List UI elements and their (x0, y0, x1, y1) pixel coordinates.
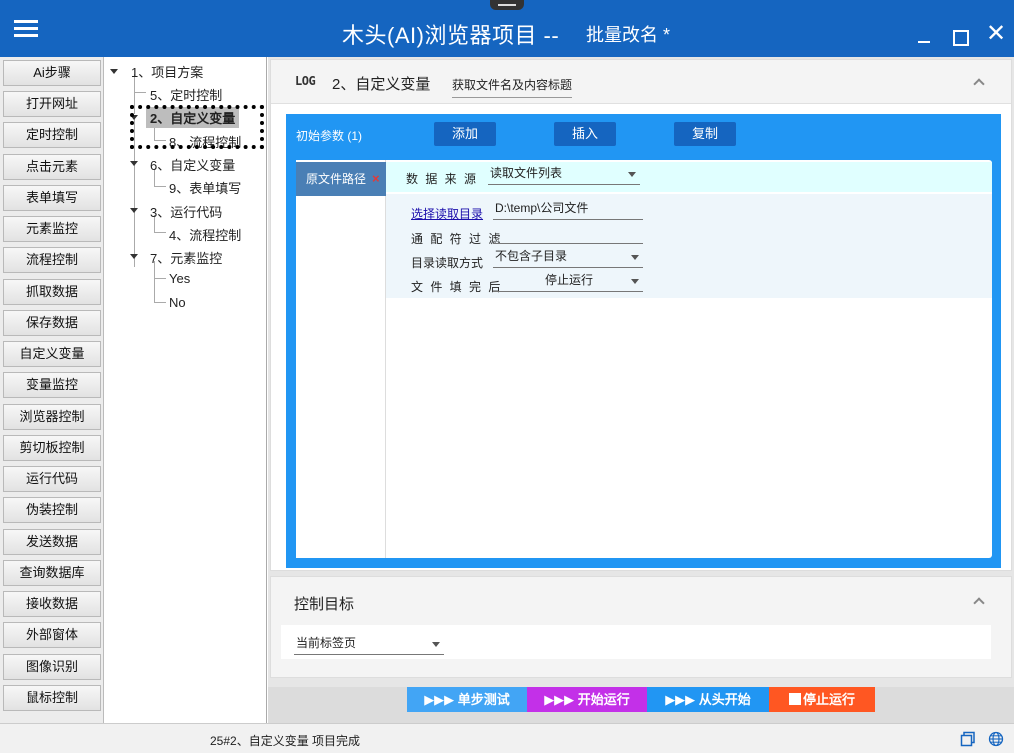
step-card: LOG 2、自定义变量 获取文件名及内容标题 初始参数 (1) 添加 插入 复制… (270, 59, 1012, 571)
sidebar-item-scrape-data[interactable]: 抓取数据 (3, 279, 101, 305)
status-bar: 25#2、自定义变量 项目完成 (0, 723, 1014, 753)
read-mode-select[interactable]: 不包含子目录 (493, 246, 643, 268)
read-mode-label: 目录读取方式 (411, 256, 484, 270)
wildcard-label: 通 配 符 过 滤 (411, 232, 503, 246)
expand-arrow-icon[interactable] (110, 69, 118, 74)
params-label: 初始参数 (1) (296, 129, 363, 143)
project-name: 批量改名 * (586, 25, 671, 45)
param-tab-label: 原文件路径 (306, 172, 367, 186)
param-editor: 原文件路径 × 数 据 来 源 读取文件列表 选择读取目录 D:\temp\公司… (296, 160, 992, 558)
drag-handle[interactable] (490, 0, 524, 10)
sidebar-item-receive-data[interactable]: 接收数据 (3, 591, 101, 617)
start-run-button[interactable]: ▶▶▶ 开始运行 (527, 687, 647, 712)
sidebar-item-flow-control[interactable]: 流程控制 (3, 247, 101, 273)
sidebar-item-disguise-control[interactable]: 伪装控制 (3, 497, 101, 523)
control-target-body: 当前标签页 (281, 625, 991, 659)
chevron-down-icon (628, 172, 636, 177)
target-tab-value: 当前标签页 (296, 636, 357, 650)
expand-arrow-icon[interactable] (130, 208, 138, 213)
tree-node-project-plan[interactable]: 1、项目方案 (131, 62, 203, 81)
sidebar-item-query-database[interactable]: 查询数据库 (3, 560, 101, 586)
close-icon[interactable]: × (372, 162, 380, 196)
data-source-label: 数 据 来 源 (406, 172, 479, 186)
data-source-row: 数 据 来 源 读取文件列表 (386, 162, 992, 192)
sidebar-item-save-data[interactable]: 保存数据 (3, 310, 101, 336)
focus-outline (130, 105, 264, 149)
tree-node-timer-control[interactable]: 5、定时控制 (150, 85, 222, 104)
title-bar: 木头(AI)浏览器项目 -- 批量改名 * ✕ (0, 0, 1014, 57)
sidebar-item-timer-control[interactable]: 定时控制 (3, 122, 101, 148)
sidebar-item-mouse-control[interactable]: 鼠标控制 (3, 685, 101, 711)
sidebar-item-form-fill[interactable]: 表单填写 (3, 185, 101, 211)
stop-run-button[interactable]: 停止运行 (769, 687, 875, 712)
data-source-value: 读取文件列表 (490, 166, 563, 180)
maximize-icon[interactable] (951, 26, 969, 46)
tree-node-flow-control-2[interactable]: 4、流程控制 (169, 225, 241, 244)
sidebar-item-browser-control[interactable]: 浏览器控制 (3, 404, 101, 430)
close-icon[interactable]: ✕ (986, 22, 1006, 46)
sidebar-item-ai-steps[interactable]: Ai步骤 (3, 60, 101, 86)
restore-window-icon[interactable] (960, 731, 976, 747)
after-fill-value: 停止运行 (544, 273, 593, 287)
tree-node-yes[interactable]: Yes (169, 271, 190, 286)
expand-arrow-icon[interactable] (130, 161, 138, 166)
insert-button[interactable]: 插入 (554, 122, 616, 146)
wildcard-input[interactable] (493, 222, 643, 244)
copy-button[interactable]: 复制 (674, 122, 736, 146)
window-title: 木头(AI)浏览器项目 -- (342, 23, 560, 48)
sidebar-item-clipboard-control[interactable]: 剪切板控制 (3, 435, 101, 461)
restart-button[interactable]: ▶▶▶ 从头开始 (647, 687, 769, 712)
collapse-icon[interactable] (973, 78, 985, 90)
chevron-down-icon (631, 279, 639, 284)
tree-node-custom-variable[interactable]: 6、自定义变量 (150, 155, 235, 174)
run-bar: ▶▶▶ 单步测试 ▶▶▶ 开始运行 ▶▶▶ 从头开始 停止运行 (268, 687, 1014, 723)
status-text: 25#2、自定义变量 项目完成 (210, 734, 361, 748)
sidebar-item-image-recognition[interactable]: 图像识别 (3, 654, 101, 680)
init-params-panel: 初始参数 (1) 添加 插入 复制 原文件路径 × 数 据 来 源 读取文件列表 (286, 114, 1001, 568)
sidebar-item-open-url[interactable]: 打开网址 (3, 91, 101, 117)
step-tree: 1、项目方案 5、定时控制 2、自定义变量 8、流程控制 6、自定义变量 9、表… (105, 57, 267, 723)
tree-node-form-fill[interactable]: 9、表单填写 (169, 178, 241, 197)
data-source-form: 选择读取目录 D:\temp\公司文件 通 配 符 过 滤 目录读取方式 不包含… (386, 194, 992, 298)
control-target-card: 控制目标 当前标签页 (270, 576, 1012, 678)
sidebar-item-run-code[interactable]: 运行代码 (3, 466, 101, 492)
tree-node-element-monitor[interactable]: 7、元素监控 (150, 248, 222, 267)
menu-icon[interactable] (14, 20, 38, 38)
main-panel: LOG 2、自定义变量 获取文件名及内容标题 初始参数 (1) 添加 插入 复制… (268, 57, 1014, 687)
param-tab[interactable]: 原文件路径 × (296, 162, 386, 196)
sidebar-item-external-form[interactable]: 外部窗体 (3, 622, 101, 648)
log-icon[interactable]: LOG (295, 74, 316, 88)
param-tab-list: 原文件路径 × (296, 160, 386, 558)
stop-icon (788, 693, 801, 705)
chevron-down-icon (432, 642, 440, 647)
read-mode-value: 不包含子目录 (495, 249, 568, 263)
minimize-icon[interactable] (915, 26, 933, 44)
control-target-title: 控制目标 (294, 596, 355, 613)
step-toolbox: Ai步骤 打开网址 定时控制 点击元素 表单填写 元素监控 流程控制 抓取数据 … (0, 57, 104, 723)
tree-node-run-code[interactable]: 3、运行代码 (150, 202, 222, 221)
target-tab-select[interactable]: 当前标签页 (294, 633, 444, 655)
stop-run-label: 停止运行 (802, 692, 855, 707)
globe-icon[interactable] (988, 731, 1004, 747)
expand-arrow-icon[interactable] (130, 254, 138, 259)
step-description-field[interactable]: 获取文件名及内容标题 (452, 76, 573, 98)
add-button[interactable]: 添加 (434, 122, 496, 146)
after-fill-label: 文 件 填 完 后 (411, 280, 503, 294)
after-fill-select[interactable]: 停止运行 (493, 270, 643, 292)
choose-directory-link[interactable]: 选择读取目录 (411, 205, 483, 222)
step-title: 2、自定义变量 (332, 76, 431, 93)
data-source-select[interactable]: 读取文件列表 (488, 163, 640, 185)
directory-input[interactable]: D:\temp\公司文件 (493, 198, 643, 220)
sidebar-item-click-element[interactable]: 点击元素 (3, 154, 101, 180)
sidebar-item-element-monitor[interactable]: 元素监控 (3, 216, 101, 242)
collapse-icon[interactable] (973, 597, 985, 609)
step-test-button[interactable]: ▶▶▶ 单步测试 (407, 687, 527, 712)
step-header: LOG 2、自定义变量 获取文件名及内容标题 (271, 60, 1011, 104)
sidebar-item-custom-variable[interactable]: 自定义变量 (3, 341, 101, 367)
sidebar-item-send-data[interactable]: 发送数据 (3, 529, 101, 555)
chevron-down-icon (631, 255, 639, 260)
tree-node-no[interactable]: No (169, 295, 186, 310)
sidebar-item-variable-monitor[interactable]: 变量监控 (3, 372, 101, 398)
